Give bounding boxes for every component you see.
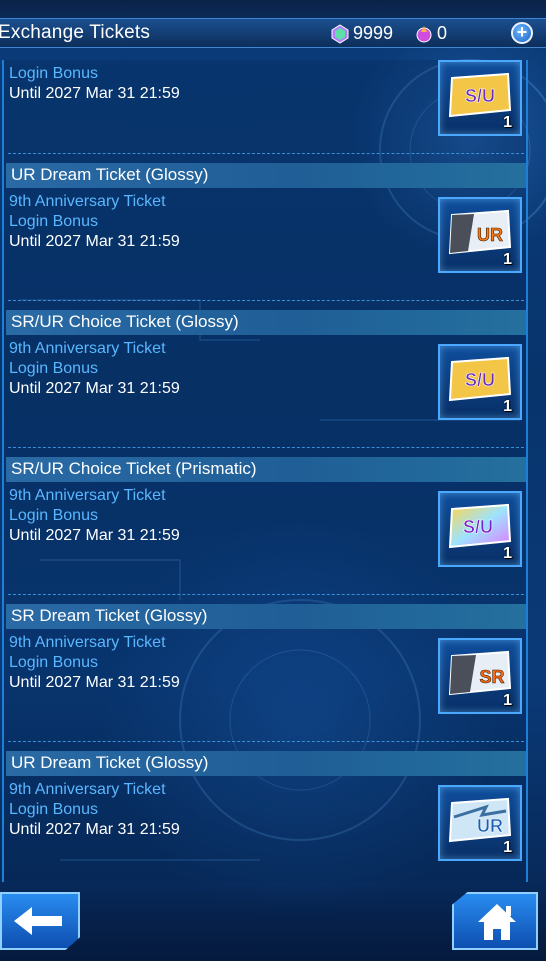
list-item[interactable]: SR/UR Choice Ticket (Glossy) 9th Anniver…: [4, 300, 526, 447]
ticket-list-panel[interactable]: Login Bonus Until 2027 Mar 31 21:59 S/U …: [2, 60, 528, 882]
gems-amount: 9999: [353, 23, 394, 43]
divider: [8, 300, 524, 301]
list-item[interactable]: UR Dream Ticket (Glossy) 9th Anniversary…: [4, 153, 526, 300]
ticket-title-bar: SR/UR Choice Ticket (Glossy): [6, 310, 526, 335]
list-item[interactable]: UR Dream Ticket (Glossy) 9th Anniversary…: [4, 741, 526, 882]
gems-counter: 9999: [330, 23, 393, 44]
svg-text:S/U: S/U: [465, 86, 495, 106]
ticket-source: Login Bonus: [9, 213, 98, 230]
divider: [8, 594, 524, 595]
sr-ticket-icon[interactable]: SR 1: [438, 638, 522, 714]
back-arrow-icon: [14, 907, 62, 935]
ticket-quantity: 1: [503, 692, 512, 709]
divider: [8, 153, 524, 154]
ticket-title-bar: UR Dream Ticket (Glossy): [6, 751, 526, 776]
svg-text:SR: SR: [479, 667, 504, 687]
page-title: Exchange Tickets: [0, 22, 151, 43]
svg-text:UR: UR: [477, 816, 503, 836]
list-item[interactable]: SR Dream Ticket (Glossy) 9th Anniversary…: [4, 594, 526, 741]
ticket-event: 9th Anniversary Ticket: [9, 193, 166, 210]
ticket-expiry: Until 2027 Mar 31 21:59: [9, 233, 180, 250]
home-button[interactable]: [452, 892, 538, 950]
header-bar: Exchange Tickets 9999 0 +: [0, 18, 546, 48]
ticket-source: Login Bonus: [9, 360, 98, 377]
ur-ticket-icon[interactable]: UR 1: [438, 197, 522, 273]
ticket-event: 9th Anniversary Ticket: [9, 781, 166, 798]
ticket-currency-counter: 0: [414, 23, 447, 44]
ticket-title: SR Dream Ticket (Glossy): [11, 606, 208, 625]
ticket-title-bar: UR Dream Ticket (Glossy): [6, 163, 526, 188]
su-ticket-icon[interactable]: S/U 1: [438, 344, 522, 420]
ticket-source: Login Bonus: [9, 654, 98, 671]
orb-icon: [416, 25, 432, 42]
su-ticket-icon[interactable]: S/U 1: [438, 60, 522, 136]
ur-ticket-icon[interactable]: UR 1: [438, 785, 522, 861]
ticket-source: Login Bonus: [9, 801, 98, 818]
ticket-expiry: Until 2027 Mar 31 21:59: [9, 85, 180, 102]
ticket-quantity: 1: [503, 545, 512, 562]
ticket-event: 9th Anniversary Ticket: [9, 634, 166, 651]
ticket-event: 9th Anniversary Ticket: [9, 340, 166, 357]
ticket-title-bar: SR Dream Ticket (Glossy): [6, 604, 526, 629]
svg-text:UR: UR: [477, 225, 503, 245]
svg-text:S/U: S/U: [465, 370, 495, 390]
su-prismatic-ticket-icon[interactable]: S/U 1: [438, 491, 522, 567]
add-currency-button[interactable]: +: [511, 22, 533, 44]
gem-icon: [331, 23, 349, 44]
ticket-event: 9th Anniversary Ticket: [9, 487, 166, 504]
ticket-quantity: 1: [503, 398, 512, 415]
list-item[interactable]: Login Bonus Until 2027 Mar 31 21:59 S/U …: [4, 60, 526, 136]
ticket-quantity: 1: [503, 251, 512, 268]
svg-text:S/U: S/U: [463, 517, 493, 537]
ticket-expiry: Until 2027 Mar 31 21:59: [9, 380, 180, 397]
ticket-title: UR Dream Ticket (Glossy): [11, 165, 209, 184]
ticket-title: SR/UR Choice Ticket (Glossy): [11, 312, 239, 331]
home-icon: [478, 904, 516, 940]
ticket-title-bar: SR/UR Choice Ticket (Prismatic): [6, 457, 526, 482]
ticket-quantity: 1: [503, 839, 512, 856]
ticket-title: SR/UR Choice Ticket (Prismatic): [11, 459, 257, 478]
ticket-source: Login Bonus: [9, 507, 98, 524]
ticket-expiry: Until 2027 Mar 31 21:59: [9, 821, 180, 838]
back-button[interactable]: [0, 892, 80, 950]
ticket-title: UR Dream Ticket (Glossy): [11, 753, 209, 772]
list-item[interactable]: SR/UR Choice Ticket (Prismatic) 9th Anni…: [4, 447, 526, 594]
ticket-expiry: Until 2027 Mar 31 21:59: [9, 674, 180, 691]
ticket-source: Login Bonus: [9, 65, 98, 82]
ticket-quantity: 1: [503, 114, 512, 131]
divider: [8, 741, 524, 742]
ticket-expiry: Until 2027 Mar 31 21:59: [9, 527, 180, 544]
top-strip: [0, 0, 546, 18]
ticket-currency-amount: 0: [437, 23, 448, 43]
divider: [8, 447, 524, 448]
